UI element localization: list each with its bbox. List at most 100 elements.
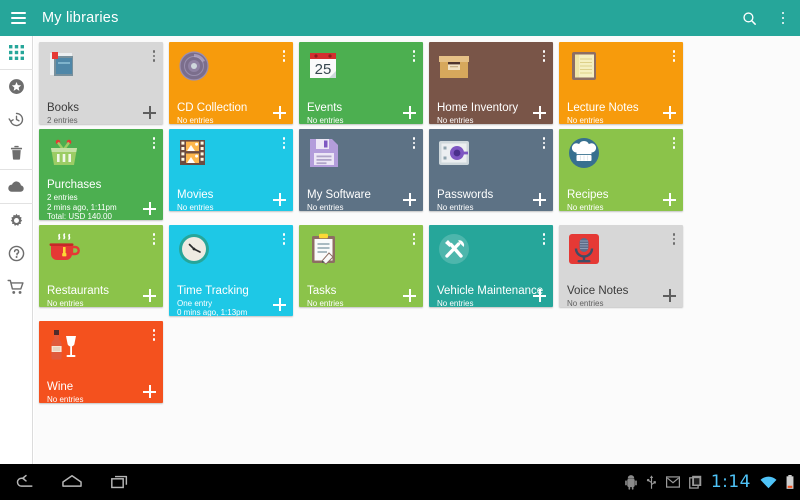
library-card-entry-count: No entries: [177, 203, 213, 211]
library-card-entry-count: One entry: [177, 299, 212, 309]
overflow-menu-icon[interactable]: [281, 48, 288, 64]
sidebar-item-cloud[interactable]: [0, 170, 33, 203]
plus-icon[interactable]: [273, 193, 286, 206]
overflow-menu-icon[interactable]: [151, 135, 158, 151]
sidebar-item-apps-grid[interactable]: [0, 36, 33, 69]
clock-icon: [177, 232, 211, 266]
overflow-menu-icon[interactable]: [151, 48, 158, 64]
box-icon: [437, 49, 471, 83]
wifi-icon: [760, 476, 777, 489]
plus-icon[interactable]: [273, 106, 286, 119]
overflow-menu-icon[interactable]: [281, 231, 288, 247]
library-card-title: Tasks: [307, 285, 336, 297]
app-root: My libraries: [0, 0, 800, 500]
library-card-detail-line: 2 mins ago, 1:11pm: [47, 203, 117, 213]
overflow-menu-icon[interactable]: [151, 327, 158, 343]
library-card[interactable]: Purchases2 entries2 mins ago, 1:11pmTota…: [39, 129, 163, 220]
overflow-menu-icon[interactable]: [411, 48, 418, 64]
safe-vault-icon: [437, 136, 471, 170]
library-card-entry-count: No entries: [177, 116, 213, 124]
library-card[interactable]: Voice Notes No entries: [559, 225, 683, 307]
hamburger-menu-icon[interactable]: [0, 0, 36, 36]
status-icons: 1:14: [625, 472, 800, 492]
system-navigation-bar: 1:14: [0, 464, 800, 500]
library-card[interactable]: RestaurantsNo entries: [39, 225, 163, 307]
library-card-title: Lecture Notes: [567, 102, 639, 114]
overflow-menu-icon[interactable]: [541, 231, 548, 247]
library-card-entry-count: No entries: [567, 299, 603, 307]
overflow-menu-icon[interactable]: [151, 231, 158, 247]
plus-icon[interactable]: [403, 193, 416, 206]
sidebar-item-recent[interactable]: [0, 103, 33, 136]
library-grid-area: Books 2 entries CD CollectionNo entries25E…: [34, 36, 800, 464]
sidebar-item-store[interactable]: [0, 270, 33, 303]
sidebar-item-trash[interactable]: [0, 136, 33, 169]
wine-bottle-icon: [47, 328, 81, 362]
book-icon: [47, 49, 81, 83]
plus-icon[interactable]: [403, 289, 416, 302]
overflow-menu-icon[interactable]: [671, 231, 678, 247]
svg-text:25: 25: [315, 61, 332, 78]
home-icon[interactable]: [48, 464, 96, 500]
overflow-menu-icon[interactable]: [281, 135, 288, 151]
library-card[interactable]: CD CollectionNo entries: [169, 42, 293, 124]
plus-icon[interactable]: [143, 202, 156, 215]
library-card[interactable]: WineNo entries: [39, 321, 163, 403]
library-card-entry-count: No entries: [307, 203, 343, 211]
library-card-detail-line: 0 mins ago, 1:13pm: [177, 308, 247, 316]
library-card-title: Passwords: [437, 189, 493, 201]
plus-icon[interactable]: [533, 289, 546, 302]
app-bar-actions: [732, 0, 800, 36]
screenshot-icon: [689, 475, 702, 489]
plus-icon[interactable]: [663, 289, 676, 302]
sidebar-item-favorites[interactable]: [0, 70, 33, 103]
library-card-title: Books: [47, 102, 79, 114]
library-card-entry-count: No entries: [437, 299, 473, 307]
gmail-icon: [666, 476, 680, 488]
library-card[interactable]: MoviesNo entries: [169, 129, 293, 211]
plus-icon[interactable]: [663, 193, 676, 206]
search-icon[interactable]: [732, 0, 766, 36]
overflow-menu-icon[interactable]: [541, 48, 548, 64]
library-card-entry-count: No entries: [307, 116, 343, 124]
sidebar-item-help[interactable]: [0, 237, 33, 270]
library-card[interactable]: Books 2 entries: [39, 42, 163, 124]
floppy-disk-icon: [307, 136, 341, 170]
plus-icon[interactable]: [143, 385, 156, 398]
plus-icon[interactable]: [403, 106, 416, 119]
coffee-cup-icon: [47, 232, 81, 266]
library-card-title: Recipes: [567, 189, 609, 201]
page-title: My libraries: [42, 10, 119, 26]
overflow-menu-icon[interactable]: [671, 48, 678, 64]
library-card[interactable]: TasksNo entries: [299, 225, 423, 307]
back-arrow-icon[interactable]: [0, 464, 48, 500]
chef-hat-icon: [567, 136, 601, 170]
recent-apps-icon[interactable]: [96, 464, 144, 500]
library-card-entry-count: 2 entries: [47, 116, 78, 124]
library-card[interactable]: RecipesNo entries: [559, 129, 683, 211]
library-card[interactable]: 25EventsNo entries: [299, 42, 423, 124]
library-card-title: Home Inventory: [437, 102, 518, 114]
library-card-title: Voice Notes: [567, 285, 628, 297]
library-card[interactable]: Home InventoryNo entries: [429, 42, 553, 124]
library-card[interactable]: My SoftwareNo entries: [299, 129, 423, 211]
library-card[interactable]: Time TrackingOne entry0 mins ago, 1:13pm: [169, 225, 293, 316]
plus-icon[interactable]: [273, 298, 286, 311]
overflow-menu-icon[interactable]: [766, 0, 800, 36]
app-bar: My libraries: [0, 0, 800, 36]
sidebar-item-settings[interactable]: [0, 204, 33, 237]
library-card-title: Purchases: [47, 179, 101, 191]
overflow-menu-icon[interactable]: [541, 135, 548, 151]
library-card[interactable]: PasswordsNo entries: [429, 129, 553, 211]
plus-icon[interactable]: [533, 106, 546, 119]
status-clock: 1:14: [711, 472, 751, 492]
plus-icon[interactable]: [143, 289, 156, 302]
library-card[interactable]: Vehicle MaintenanceNo entries: [429, 225, 553, 307]
plus-icon[interactable]: [533, 193, 546, 206]
overflow-menu-icon[interactable]: [671, 135, 678, 151]
overflow-menu-icon[interactable]: [411, 231, 418, 247]
library-card[interactable]: Lecture NotesNo entries: [559, 42, 683, 124]
plus-icon[interactable]: [663, 106, 676, 119]
overflow-menu-icon[interactable]: [411, 135, 418, 151]
plus-icon[interactable]: [143, 106, 156, 119]
